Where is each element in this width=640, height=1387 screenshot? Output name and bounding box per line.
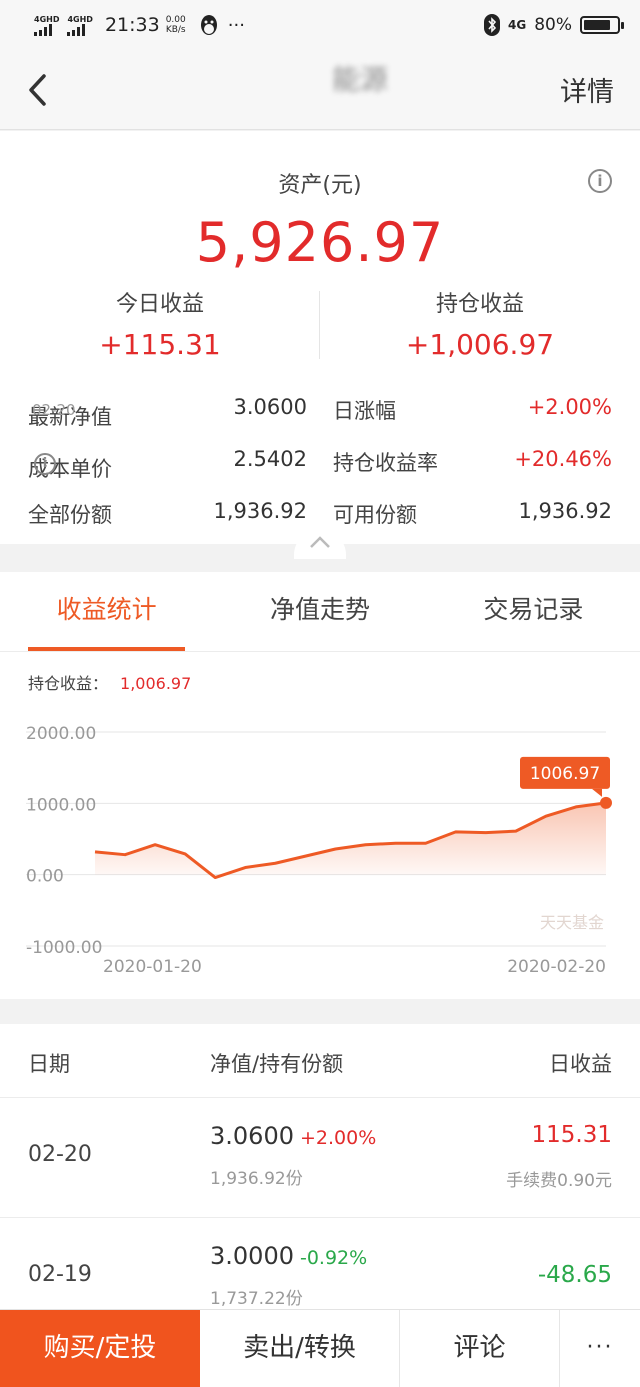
table-row[interactable]: 02-20 3.0600 +2.00% 1,936.92份 115.31 手续费0… xyxy=(0,1098,640,1218)
signal-1: 4GHD xyxy=(34,15,59,36)
header-nav-shares: 净值/持有份额 xyxy=(210,1052,344,1076)
speed-unit: KB/s xyxy=(165,25,186,35)
last-point-marker xyxy=(600,796,612,809)
row-nav: 3.0000 -0.92% xyxy=(210,1242,368,1270)
x-tick-label: 2020-01-20 xyxy=(103,957,202,977)
status-bar: 4GHD 4GHD 21:33 0.00 KB/s ··· 4G 80% xyxy=(0,0,640,50)
hold-line-label: 持仓收益： xyxy=(28,674,109,693)
watermark: 天天基金 xyxy=(540,913,604,932)
daily-income-table: 日期 净值/持有份额 日收益 02-20 3.0600 +2.00% 1,936.… xyxy=(0,1024,640,1314)
speed-value: 0.00 xyxy=(165,15,186,25)
metric-value: 2.5402 xyxy=(233,447,307,471)
signal-bars-icon xyxy=(34,23,52,36)
nav-date: 02-20 xyxy=(32,401,76,419)
metric-value: +2.00% xyxy=(527,395,612,419)
status-right: 4G 80% xyxy=(484,14,624,36)
bubble-pointer xyxy=(592,788,602,797)
hold-line-value: 1,006.97 xyxy=(120,674,192,693)
signal-2: 4GHD xyxy=(67,14,93,36)
tab-trade-records[interactable]: 交易记录 xyxy=(427,572,640,651)
row-income: -48.65 xyxy=(537,1262,612,1288)
network-type-1: 4GHD xyxy=(34,14,60,24)
today-income-label: 今日收益 xyxy=(115,292,204,317)
row-date: 02-19 xyxy=(28,1262,92,1287)
metric-label: 可用份额 xyxy=(333,503,417,527)
last-value-label: 1006.97 xyxy=(530,764,600,784)
detail-button[interactable]: 详情 xyxy=(560,70,614,109)
y-tick-label: 1000.00 xyxy=(26,795,96,815)
page-title: 能源 xyxy=(331,63,388,96)
today-income: 今日收益 +115.31 xyxy=(0,286,320,361)
tab-nav-trend[interactable]: 净值走势 xyxy=(213,572,426,651)
network-type-2: 4GHD xyxy=(67,14,93,24)
stats-card: 收益统计 净值走势 交易记录 持仓收益： 1,006.97 2000.00 1000… xyxy=(0,572,640,999)
network-type-3: 4G xyxy=(508,18,527,32)
more-notifications: ··· xyxy=(227,14,245,36)
nav-bar: 能源 详情 xyxy=(0,50,640,130)
hold-income: 持仓收益 +1,006.97 xyxy=(320,286,640,361)
battery-icon xyxy=(580,16,624,34)
table-header: 日期 净值/持有份额 日收益 xyxy=(0,1024,640,1098)
metric-label: 日涨幅 xyxy=(333,399,396,423)
income-chart: 2000.00 1000.00 0.00 -1000.00 1006.97 天天基金 202… xyxy=(26,724,612,977)
tab-income-stats[interactable]: 收益统计 xyxy=(0,572,213,651)
clock: 21:33 xyxy=(104,14,160,36)
metric-label: 全部份额 xyxy=(28,503,112,527)
y-tick-label: -1000.00 xyxy=(26,938,102,958)
tab-bar: 收益统计 净值走势 交易记录 xyxy=(0,572,640,652)
hold-income-value: +1,006.97 xyxy=(405,328,555,361)
hold-income-label: 持仓收益 xyxy=(435,292,524,317)
qq-penguin-icon xyxy=(200,15,217,35)
assets-label: 资产(元) xyxy=(278,173,362,198)
metrics-grid: 最新净值 02-20 3.0600 日涨幅 +2.00% 成本单价 i 2.5402… xyxy=(0,389,640,545)
chevron-up-icon xyxy=(310,536,330,548)
sell-button[interactable]: 卖出/转换 xyxy=(200,1310,400,1387)
signal-bars-icon xyxy=(67,23,86,36)
metric-value: 1,936.92 xyxy=(213,499,307,523)
income-area xyxy=(95,802,606,878)
network-speed: 0.00 KB/s xyxy=(166,15,186,35)
today-income-value: +115.31 xyxy=(99,328,221,361)
info-icon[interactable]: i xyxy=(588,169,612,193)
metric-value: 1,936.92 xyxy=(518,499,612,523)
row-date: 02-20 xyxy=(28,1142,92,1167)
row-shares: 1,737.22份 xyxy=(210,1289,303,1309)
hold-income-line: 持仓收益： 1,006.97 xyxy=(28,670,191,694)
metric-value: 3.0600 xyxy=(233,395,307,419)
battery-percent: 80% xyxy=(534,15,572,35)
row-nav: 3.0600 +2.00% xyxy=(210,1122,377,1150)
metric-row: 成本单价 i 2.5402 持仓收益率 +20.46% xyxy=(28,447,612,481)
info-icon[interactable]: i xyxy=(34,453,56,475)
metric-row: 最新净值 02-20 3.0600 日涨幅 +2.00% xyxy=(28,395,612,429)
bluetooth-icon xyxy=(484,14,500,36)
buy-button[interactable]: 购买/定投 xyxy=(0,1310,200,1387)
header-daily-income: 日收益 xyxy=(549,1052,612,1076)
y-tick-label: 0.00 xyxy=(26,867,64,887)
metric-label: 持仓收益率 xyxy=(333,451,438,475)
assets-value: 5,926.97 xyxy=(195,211,445,274)
comment-button[interactable]: 评论 xyxy=(400,1310,560,1387)
bottom-action-bar: 购买/定投 卖出/转换 评论 ··· xyxy=(0,1309,640,1387)
row-income: 115.31 xyxy=(531,1122,612,1148)
x-tick-label: 2020-02-20 xyxy=(507,957,606,977)
row-change: +2.00% xyxy=(299,1127,377,1149)
y-tick-label: 2000.00 xyxy=(26,724,96,744)
row-shares: 1,936.92份 xyxy=(210,1169,303,1189)
more-menu-button[interactable]: ··· xyxy=(560,1310,640,1387)
assets-card: 资产(元) i 5,926.97 今日收益 +115.31 持仓收益 +1,00… xyxy=(0,131,640,544)
metric-value: +20.46% xyxy=(514,447,612,471)
back-icon[interactable] xyxy=(26,70,56,110)
row-fee: 手续费0.90元 xyxy=(506,1171,612,1191)
row-change: -0.92% xyxy=(299,1247,368,1269)
header-date: 日期 xyxy=(28,1052,70,1076)
